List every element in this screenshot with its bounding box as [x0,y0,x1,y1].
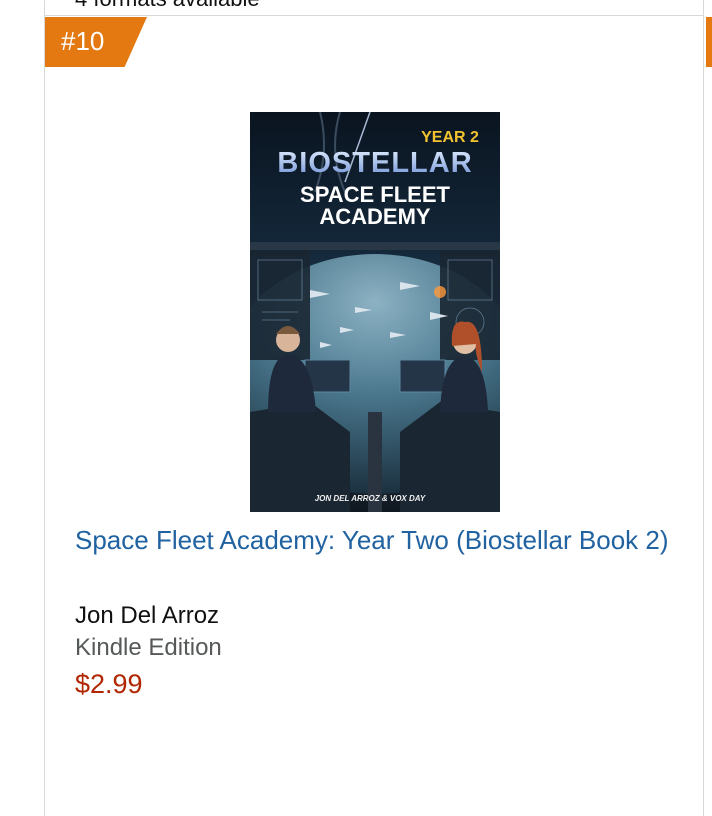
formats-available-link[interactable]: 4 formats available [75,0,260,12]
book-author: Jon Del Arroz [75,602,220,629]
cover-year-label: YEAR 2 [421,129,479,146]
product-card: #10 YEAR 2 BIOSTELLAR SPACE FLEET ACADEM… [44,16,704,816]
rank-number: #10 [61,26,105,56]
book-title-link[interactable]: Space Fleet Academy: Year Two (Biostella… [75,520,675,560]
cover-series-title: BIOSTELLAR [277,147,472,179]
cover-title-line2: ACADEMY [319,204,431,229]
cover-authors: JON DEL ARROZ & VOX DAY [315,494,426,503]
book-price: $2.99 [75,669,143,699]
next-rank-badge-edge [706,17,712,67]
book-cover-image[interactable]: YEAR 2 BIOSTELLAR SPACE FLEET ACADEMY JO… [250,112,500,512]
book-format: Kindle Edition [75,634,222,661]
previous-product-card: 4 formats available [44,0,704,16]
